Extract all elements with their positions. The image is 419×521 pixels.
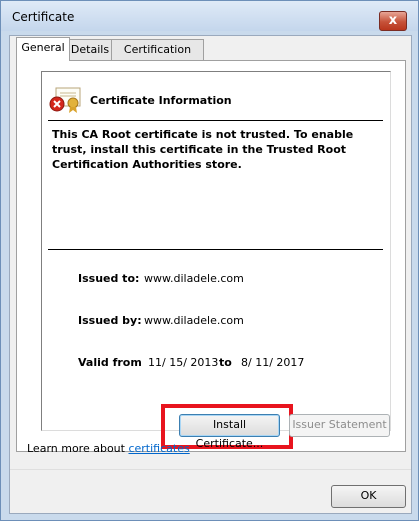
trust-warning-text: This CA Root certificate is not trusted.… (52, 128, 354, 171)
install-certificate-button[interactable]: Install Certificate... (179, 414, 280, 450)
learn-more-text: Learn more about certificates (27, 442, 190, 455)
close-button[interactable]: x (379, 11, 407, 31)
tab-details[interactable]: Details (68, 39, 112, 60)
issued-to-label: Issued to: (78, 272, 140, 285)
issued-to-value: www.diladele.com (144, 272, 244, 285)
issuer-statement-label: Issuer Statement (292, 418, 387, 431)
issued-by-value: www.diladele.com (144, 314, 244, 327)
footer-divider (10, 469, 411, 470)
certificate-error-icon (49, 87, 81, 113)
heading-divider (48, 120, 383, 121)
certificate-info-heading: Certificate Information (90, 94, 232, 107)
valid-from-label: Valid from (78, 356, 142, 369)
certificate-dialog: Certificate x General Details Certificat… (0, 0, 419, 521)
certificates-link[interactable]: certificates (128, 442, 189, 455)
tab-certification-path[interactable]: Certification Path (111, 39, 204, 75)
tab-general-label: General (21, 41, 65, 54)
title-bar[interactable]: Certificate x (1, 1, 418, 31)
learn-more-prefix: Learn more about (27, 442, 129, 455)
tab-details-label: Details (70, 43, 110, 56)
ok-label: OK (360, 489, 377, 502)
valid-to-label: to (219, 356, 232, 369)
valid-from-value: 11/ 15/ 2013 (148, 356, 219, 369)
dialog-body: General Details Certification Path Certi… (9, 35, 412, 514)
ok-button[interactable]: OK (331, 485, 406, 508)
general-tab-panel: Certificate Information This CA Root cer… (16, 60, 406, 452)
certificate-info-frame: Certificate Information This CA Root cer… (41, 71, 391, 431)
tab-general[interactable]: General (16, 37, 70, 61)
issued-by-label: Issued by: (78, 314, 142, 327)
window-title: Certificate (12, 10, 75, 24)
close-icon: x (388, 13, 398, 28)
install-certificate-label: Install Certificate... (195, 418, 264, 450)
issuer-statement-button[interactable]: Issuer Statement (289, 414, 390, 437)
valid-to-value: 8/ 11/ 2017 (241, 356, 305, 369)
details-divider (48, 249, 383, 250)
